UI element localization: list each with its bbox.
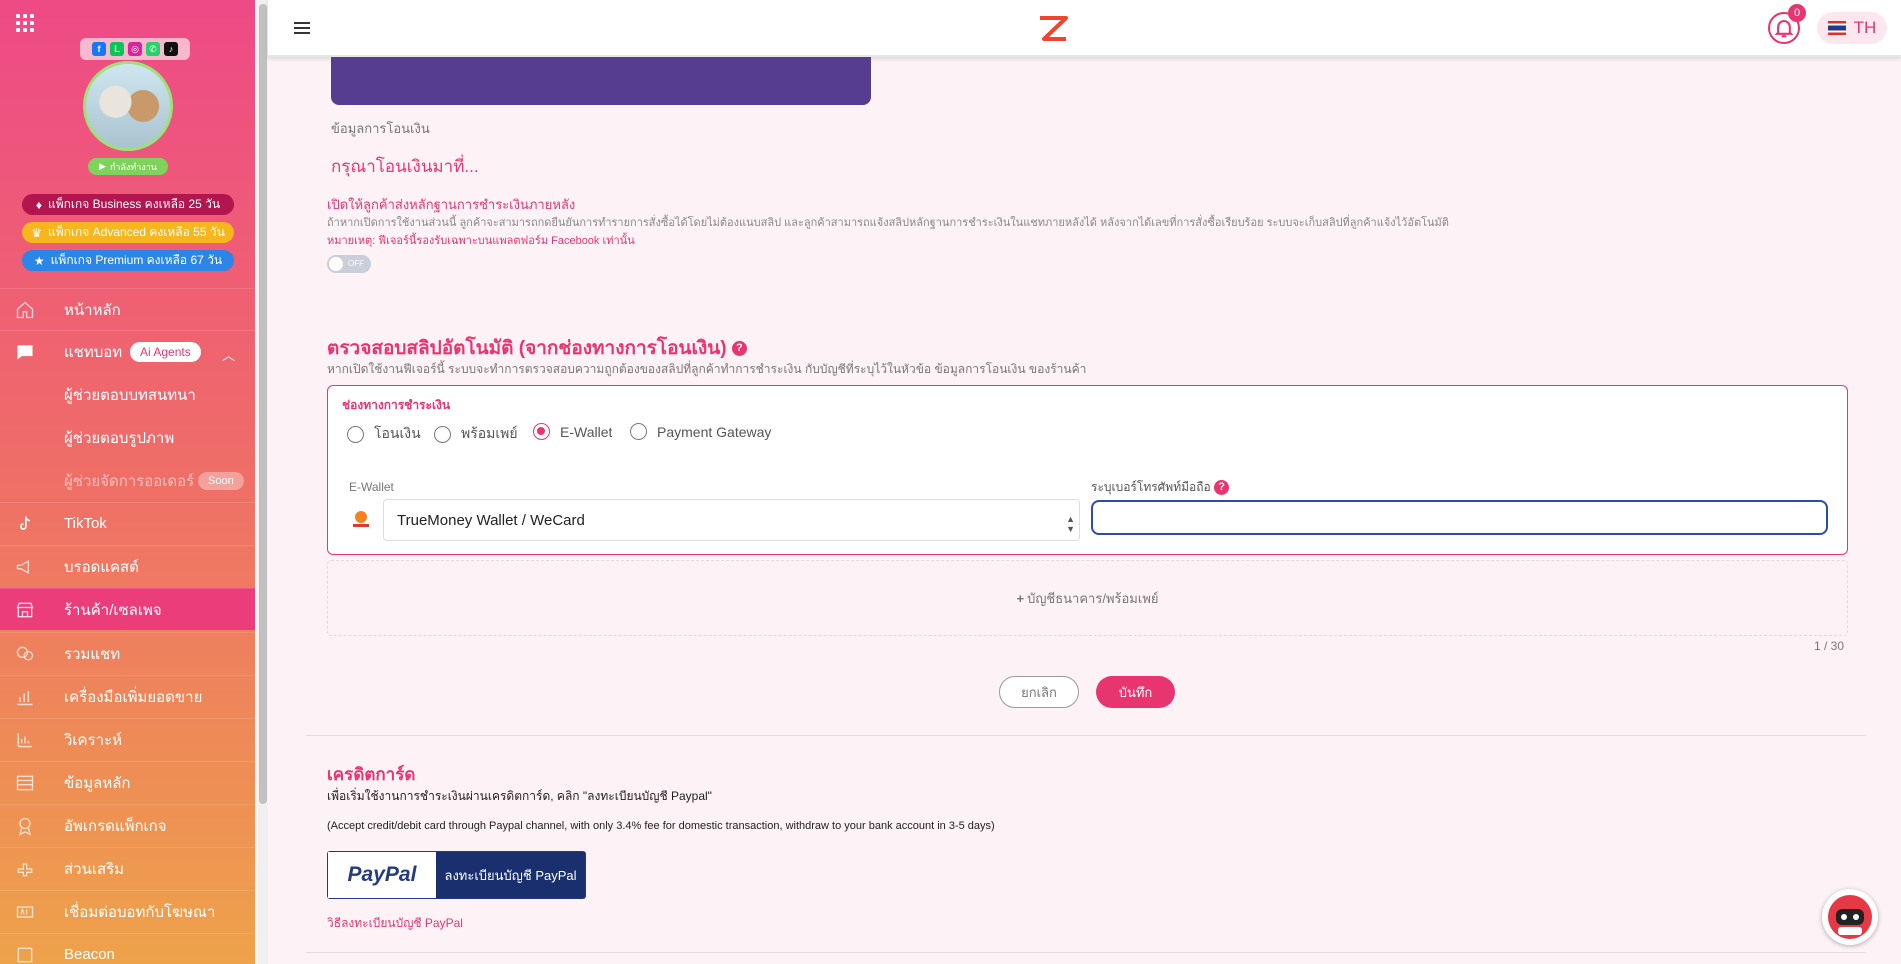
cancel-button[interactable]: ยกเลิก xyxy=(999,676,1079,708)
status-badge: ▶ กำลังทำงาน xyxy=(88,158,168,175)
apps-grid-icon[interactable] xyxy=(16,14,34,32)
credit-card-intro: เพื่อเริ่มใช้งานการชำระเงินผ่านเครดิตการ… xyxy=(327,789,712,803)
radio-ewallet[interactable]: E-Wallet xyxy=(533,423,612,440)
radio-circle xyxy=(347,425,364,443)
package-business-badge: ♦ แพ็กเกจ Business คงเหลือ 25 วัน xyxy=(22,194,234,215)
help-icon[interactable]: ? xyxy=(731,341,747,357)
paypal-register-button[interactable]: PayPal ลงทะเบียนบัญชี PayPal xyxy=(327,851,586,899)
notification-count-badge: 0 xyxy=(1788,4,1806,22)
sidebar-item-all-chats[interactable]: รวมแชท xyxy=(0,632,255,674)
award-icon xyxy=(19,817,31,836)
addon-icon xyxy=(17,863,33,877)
ewallet-select[interactable]: TrueMoney Wallet / WeCard ▲ ▼ xyxy=(383,499,1080,541)
slip-check-description: หากเปิดใช้งานฟีเจอร์นี้ ระบบจะทำการตรวจส… xyxy=(327,362,1087,376)
ewallet-label: E-Wallet xyxy=(349,480,394,494)
sidebar-item-tiktok[interactable]: TikTok xyxy=(0,502,255,544)
sidebar-item-sales-tools[interactable]: เครื่องมือเพิ่มยอดขาย xyxy=(0,675,255,717)
pay-later-description: ถ้าหากเปิดการใช้งานส่วนนี้ ลูกค้าจะสามาร… xyxy=(327,217,1449,229)
line-icon: L xyxy=(110,42,124,56)
purple-banner xyxy=(331,57,871,105)
account-counter: 1 / 30 xyxy=(1814,639,1845,653)
paypal-logo: PayPal xyxy=(328,852,436,898)
tiktok-small-icon: ♪ xyxy=(164,42,178,56)
diamond-icon: ♦ xyxy=(35,197,43,212)
sidebar-item-chatbot[interactable]: แชทบอท Ai Agents ︿ xyxy=(0,330,255,372)
chart-icon xyxy=(17,691,33,706)
database-icon xyxy=(16,775,34,791)
radio-promptpay[interactable]: พร้อมเพย์ xyxy=(434,423,518,445)
thai-flag-icon xyxy=(1827,21,1846,35)
instagram-icon: ◎ xyxy=(128,42,142,56)
radio-circle xyxy=(434,425,451,443)
whatsapp-icon: ✆ xyxy=(146,42,160,56)
chat-icon xyxy=(17,345,33,360)
home-icon xyxy=(16,301,34,319)
ai-agents-badge: Ai Agents xyxy=(130,342,201,362)
save-button[interactable]: บันทึก xyxy=(1096,676,1175,708)
sidebar-item-upgrade[interactable]: อัพเกรดแพ็กเกจ xyxy=(0,804,255,846)
scrollbar-thumb[interactable] xyxy=(259,4,267,804)
sidebar-item-store[interactable]: ร้านค้า/เซลเพจ xyxy=(0,588,255,630)
megaphone-icon xyxy=(16,560,29,574)
soon-badge: Soon xyxy=(198,472,244,490)
plus-icon: + xyxy=(1016,590,1025,606)
ads-icon xyxy=(16,906,34,918)
chevron-up-icon[interactable]: ︿ xyxy=(222,345,235,364)
toggle-knob xyxy=(329,257,343,271)
sidebar-item-image-assistant[interactable]: ผู้ช่วยตอบรูปภาพ xyxy=(0,417,255,459)
star-icon: ★ xyxy=(33,253,45,268)
beacon-icon xyxy=(17,947,33,963)
sidebar: f L ◎ ✆ ♪ ▶ กำลังทำงาน ♦ แพ็กเกจ Business… xyxy=(0,0,255,964)
sidebar-item-home[interactable]: หน้าหลัก xyxy=(0,288,255,330)
pay-later-title: เปิดให้ลูกค้าส่งหลักฐานการชำระเงินภายหลั… xyxy=(327,197,576,212)
avatar[interactable] xyxy=(83,61,173,151)
tiktok-icon xyxy=(20,516,31,530)
menu-icon[interactable] xyxy=(294,22,310,34)
credit-card-detail: (Accept credit/debit card through Paypal… xyxy=(327,820,995,832)
sidebar-item-broadcast[interactable]: บรอดแคสต์ xyxy=(0,545,255,587)
transfer-prompt: กรุณาโอนเงินมาที่... xyxy=(331,157,479,176)
facebook-icon: f xyxy=(92,42,106,56)
paypal-howto-link[interactable]: วิธีลงทะเบียนบัญชี PayPal xyxy=(327,914,463,933)
add-bank-account-button[interactable]: + บัญชีธนาคาร/พร้อมเพย์ xyxy=(327,560,1848,636)
sidebar-item-analytics[interactable]: วิเคราะห์ xyxy=(0,718,255,760)
play-icon: ▶ xyxy=(99,161,106,171)
chats-icon xyxy=(16,646,34,661)
radio-circle xyxy=(630,423,647,440)
top-header: 0 TH xyxy=(268,0,1901,57)
package-premium-badge: ★ แพ็กเกจ Premium คงเหลือ 67 วัน xyxy=(22,250,234,271)
radio-payment-gateway[interactable]: Payment Gateway xyxy=(630,423,771,440)
chatbot-launcher[interactable] xyxy=(1822,889,1878,945)
package-advanced-badge: ♛ แพ็กเกจ Advanced คงเหลือ 55 วัน xyxy=(22,222,234,243)
section-divider xyxy=(306,952,1866,953)
radio-bank-transfer[interactable]: โอนเงิน xyxy=(347,423,421,445)
sidebar-scrollbar[interactable] xyxy=(258,0,268,964)
store-icon xyxy=(16,602,34,618)
phone-label: ระบุเบอร์โทรศัพท์มือถือ ? xyxy=(1091,478,1230,497)
brand-logo xyxy=(1040,16,1068,41)
truemoney-logo-icon xyxy=(353,511,369,527)
crown-icon: ♛ xyxy=(31,225,42,240)
section-divider xyxy=(306,735,1866,736)
credit-card-title: เครดิตการ์ด xyxy=(327,765,416,784)
robot-icon xyxy=(1828,895,1872,939)
help-icon[interactable]: ? xyxy=(1214,480,1230,496)
analytics-icon xyxy=(17,733,32,748)
transfer-info-label: ข้อมูลการโอนเงิน xyxy=(331,121,430,136)
sidebar-item-master-data[interactable]: ข้อมูลหลัก xyxy=(0,761,255,803)
slip-check-title: ตรวจสอบสลิปอัตโนมัติ (จากช่องทางการโอนเง… xyxy=(327,333,747,363)
sidebar-item-beacon[interactable]: Beacon xyxy=(0,933,255,964)
sidebar-item-chat-assistant[interactable]: ผู้ช่วยตอบบทสนทนา xyxy=(0,374,255,416)
phone-input[interactable] xyxy=(1091,500,1828,535)
sidebar-item-ads[interactable]: เชื่อมต่อบอทกับโฆษณา xyxy=(0,890,255,932)
select-arrow-icon: ▲ ▼ xyxy=(1066,514,1075,534)
payment-channel-label: ช่องทางการชำระเงิน xyxy=(342,398,451,412)
language-switcher[interactable]: TH xyxy=(1817,12,1887,44)
sidebar-item-order-assistant: ผู้ช่วยจัดการออเดอร์ Soon xyxy=(0,460,255,502)
pay-later-note: หมายเหตุ: ฟีเจอร์นี้รองรับเฉพาะบนแพลตฟอร… xyxy=(327,235,635,247)
radio-circle-selected xyxy=(533,423,550,440)
sidebar-item-addons[interactable]: ส่วนเสริม xyxy=(0,847,255,889)
pay-later-toggle[interactable]: OFF xyxy=(327,255,371,273)
social-channels: f L ◎ ✆ ♪ xyxy=(80,38,190,60)
